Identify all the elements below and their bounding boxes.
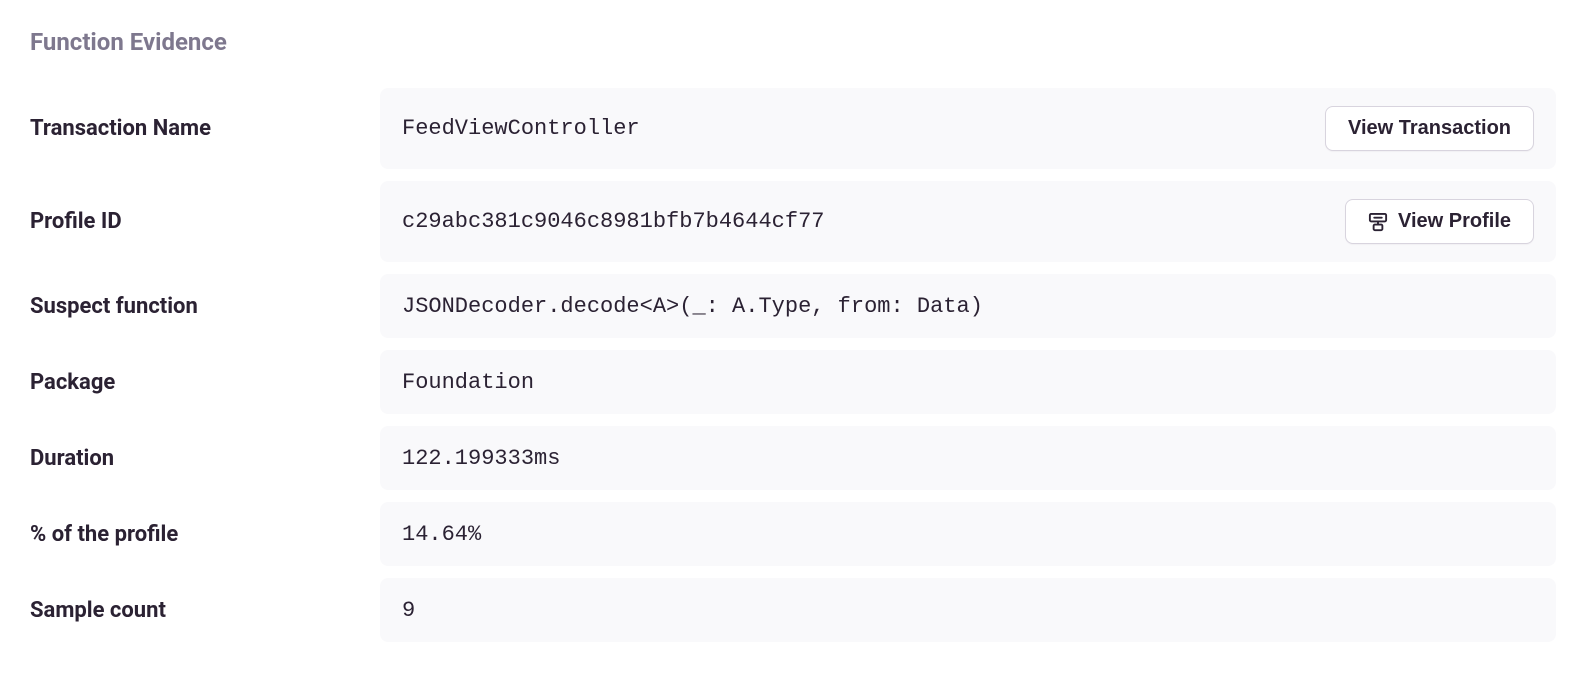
profile-icon bbox=[1368, 212, 1388, 232]
sample-count-value: 9 bbox=[402, 598, 415, 623]
view-transaction-button-label: View Transaction bbox=[1348, 117, 1511, 140]
transaction-name-label: Transaction Name bbox=[30, 98, 380, 159]
suspect-function-label: Suspect function bbox=[30, 276, 380, 337]
sample-count-value-cell: 9 bbox=[380, 578, 1556, 642]
function-evidence-grid: Transaction Name FeedViewController View… bbox=[30, 88, 1556, 642]
duration-label: Duration bbox=[30, 428, 380, 489]
package-label: Package bbox=[30, 352, 380, 413]
sample-count-label: Sample count bbox=[30, 580, 380, 641]
percent-of-profile-label: % of the profile bbox=[30, 504, 380, 565]
suspect-function-value: JSONDecoder.decode<A>(_: A.Type, from: D… bbox=[402, 294, 983, 319]
view-transaction-button[interactable]: View Transaction bbox=[1325, 106, 1534, 151]
view-profile-button[interactable]: View Profile bbox=[1345, 199, 1534, 244]
package-value: Foundation bbox=[402, 370, 534, 395]
duration-value: 122.199333ms bbox=[402, 446, 560, 471]
percent-of-profile-value-cell: 14.64% bbox=[380, 502, 1556, 566]
duration-value-cell: 122.199333ms bbox=[380, 426, 1556, 490]
profile-id-value: c29abc381c9046c8981bfb7b4644cf77 bbox=[402, 209, 824, 234]
package-value-cell: Foundation bbox=[380, 350, 1556, 414]
view-profile-button-label: View Profile bbox=[1398, 210, 1511, 233]
transaction-name-value: FeedViewController bbox=[402, 116, 640, 141]
suspect-function-value-cell: JSONDecoder.decode<A>(_: A.Type, from: D… bbox=[380, 274, 1556, 338]
profile-id-value-cell: c29abc381c9046c8981bfb7b4644cf77 View Pr… bbox=[380, 181, 1556, 262]
section-title: Function Evidence bbox=[30, 28, 1556, 56]
profile-id-label: Profile ID bbox=[30, 191, 380, 252]
transaction-name-value-cell: FeedViewController View Transaction bbox=[380, 88, 1556, 169]
percent-of-profile-value: 14.64% bbox=[402, 522, 481, 547]
